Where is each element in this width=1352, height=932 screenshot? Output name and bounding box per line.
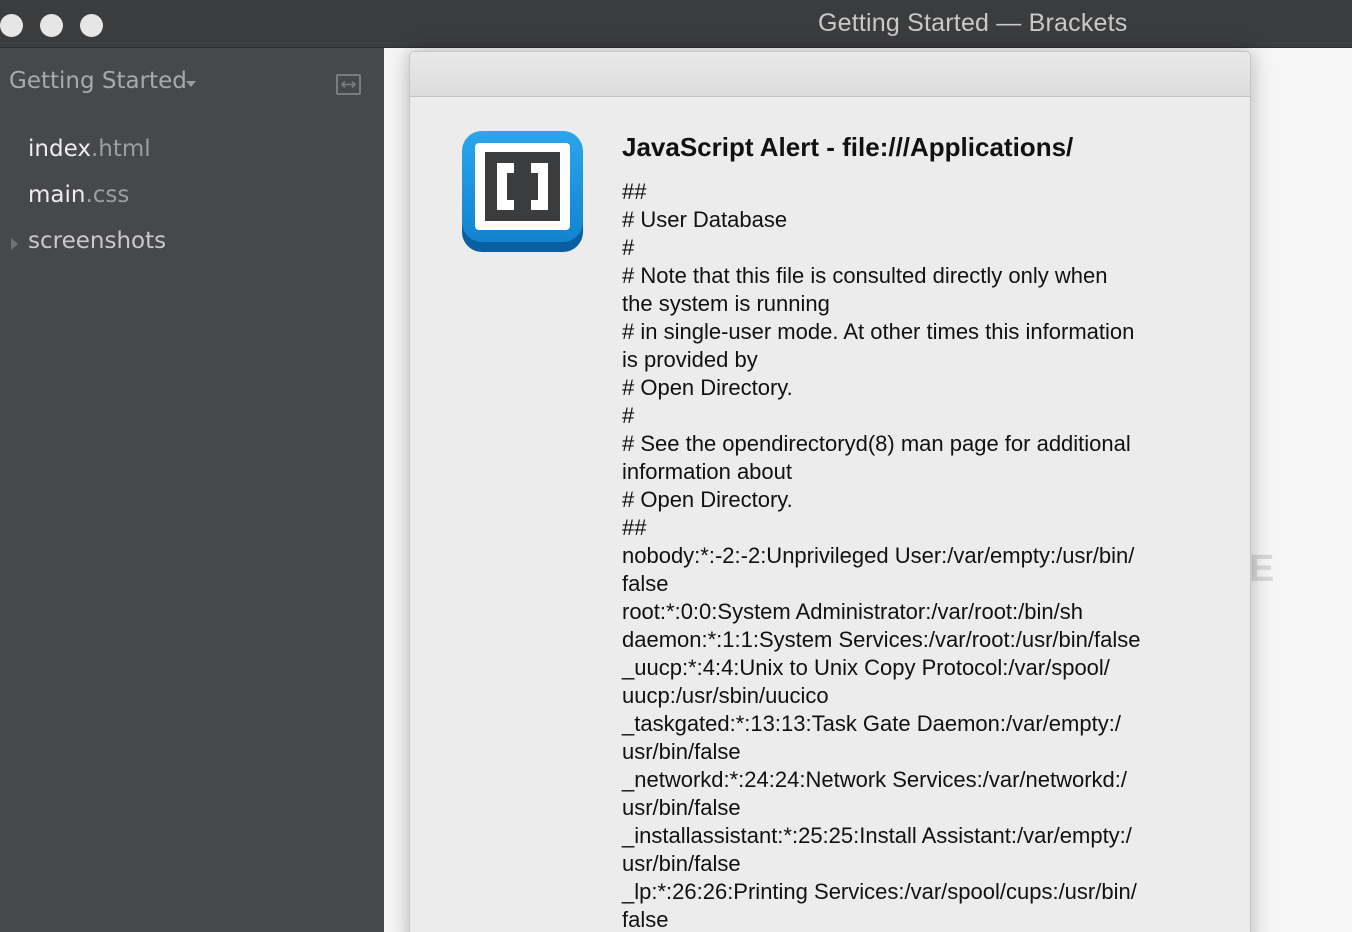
alert-message-line: information about <box>622 459 792 484</box>
alert-message-line: uucp:/usr/sbin/uucico <box>622 683 829 708</box>
file-item-main-css[interactable]: main.css <box>28 182 129 208</box>
alert-message-line: usr/bin/false <box>622 739 741 764</box>
alert-message-line: daemon:*:1:1:System Services:/var/root:/… <box>622 627 1141 652</box>
alert-message-line: the system is running <box>622 291 830 316</box>
folder-item-screenshots[interactable]: screenshots <box>28 228 166 254</box>
minimize-window-button[interactable] <box>40 14 63 37</box>
alert-message-line: false <box>622 571 669 596</box>
split-view-icon[interactable] <box>336 74 361 95</box>
alert-message-line: # in single-user mode. At other times th… <box>622 319 1135 344</box>
alert-message-line: _lp:*:26:26:Printing Services:/var/spool… <box>622 879 1137 904</box>
alert-message-line: root:*:0:0:System Administrator:/var/roo… <box>622 599 1083 624</box>
alert-message-line: # <box>622 235 635 260</box>
alert-message-line: _installassistant:*:25:25:Install Assist… <box>622 823 1132 848</box>
file-item-index-html[interactable]: index.html <box>28 136 151 162</box>
alert-message-line: false <box>622 907 669 932</box>
screen: Getting Started — Brackets Getting Start… <box>0 0 1352 932</box>
alert-message-line: ## <box>622 515 647 540</box>
file-name: main <box>28 182 86 208</box>
alert-message-line: _taskgated:*:13:13:Task Gate Daemon:/var… <box>622 711 1121 736</box>
alert-message-line: # Open Directory. <box>622 487 793 512</box>
file-extension: .css <box>85 182 130 208</box>
javascript-alert-dialog: JavaScript Alert - file:///Applications/… <box>409 51 1251 932</box>
chevron-down-icon[interactable] <box>186 81 196 87</box>
title-bar: Getting Started — Brackets <box>0 0 1352 48</box>
file-extension: .html <box>90 136 151 162</box>
alert-message-line: # Open Directory. <box>622 375 793 400</box>
alert-message-line: ## <box>622 179 647 204</box>
dialog-header <box>410 52 1250 97</box>
zoom-window-button[interactable] <box>80 14 103 37</box>
alert-message: ## # User Database # # Note that this fi… <box>622 178 1222 932</box>
sidebar: Getting Started index.html main.css scre… <box>0 48 384 932</box>
alert-message-line: is provided by <box>622 347 758 372</box>
close-window-button[interactable] <box>0 14 23 37</box>
alert-message-line: _uucp:*:4:4:Unix to Unix Copy Protocol:/… <box>622 655 1110 680</box>
alert-message-line: _networkd:*:24:24:Network Services:/var/… <box>622 767 1128 792</box>
window-title: Getting Started — Brackets <box>818 9 1128 37</box>
alert-message-line: nobody:*:-2:-2:Unprivileged User:/var/em… <box>622 543 1135 568</box>
alert-message-line: # <box>622 403 635 428</box>
alert-message-line: # User Database <box>622 207 788 232</box>
alert-message-line: # See the opendirectoryd(8) man page for… <box>622 431 1131 456</box>
alert-message-line: usr/bin/false <box>622 851 741 876</box>
editor-background-text: E <box>1249 548 1275 590</box>
alert-message-line: usr/bin/false <box>622 795 741 820</box>
alert-title: JavaScript Alert - file:///Applications/ <box>622 132 1074 162</box>
chevron-right-icon[interactable] <box>11 238 18 250</box>
brackets-logo-icon <box>462 131 583 252</box>
project-dropdown[interactable]: Getting Started <box>9 68 187 94</box>
alert-message-line: # Note that this file is consulted direc… <box>622 263 1108 288</box>
file-name: index <box>28 136 91 162</box>
